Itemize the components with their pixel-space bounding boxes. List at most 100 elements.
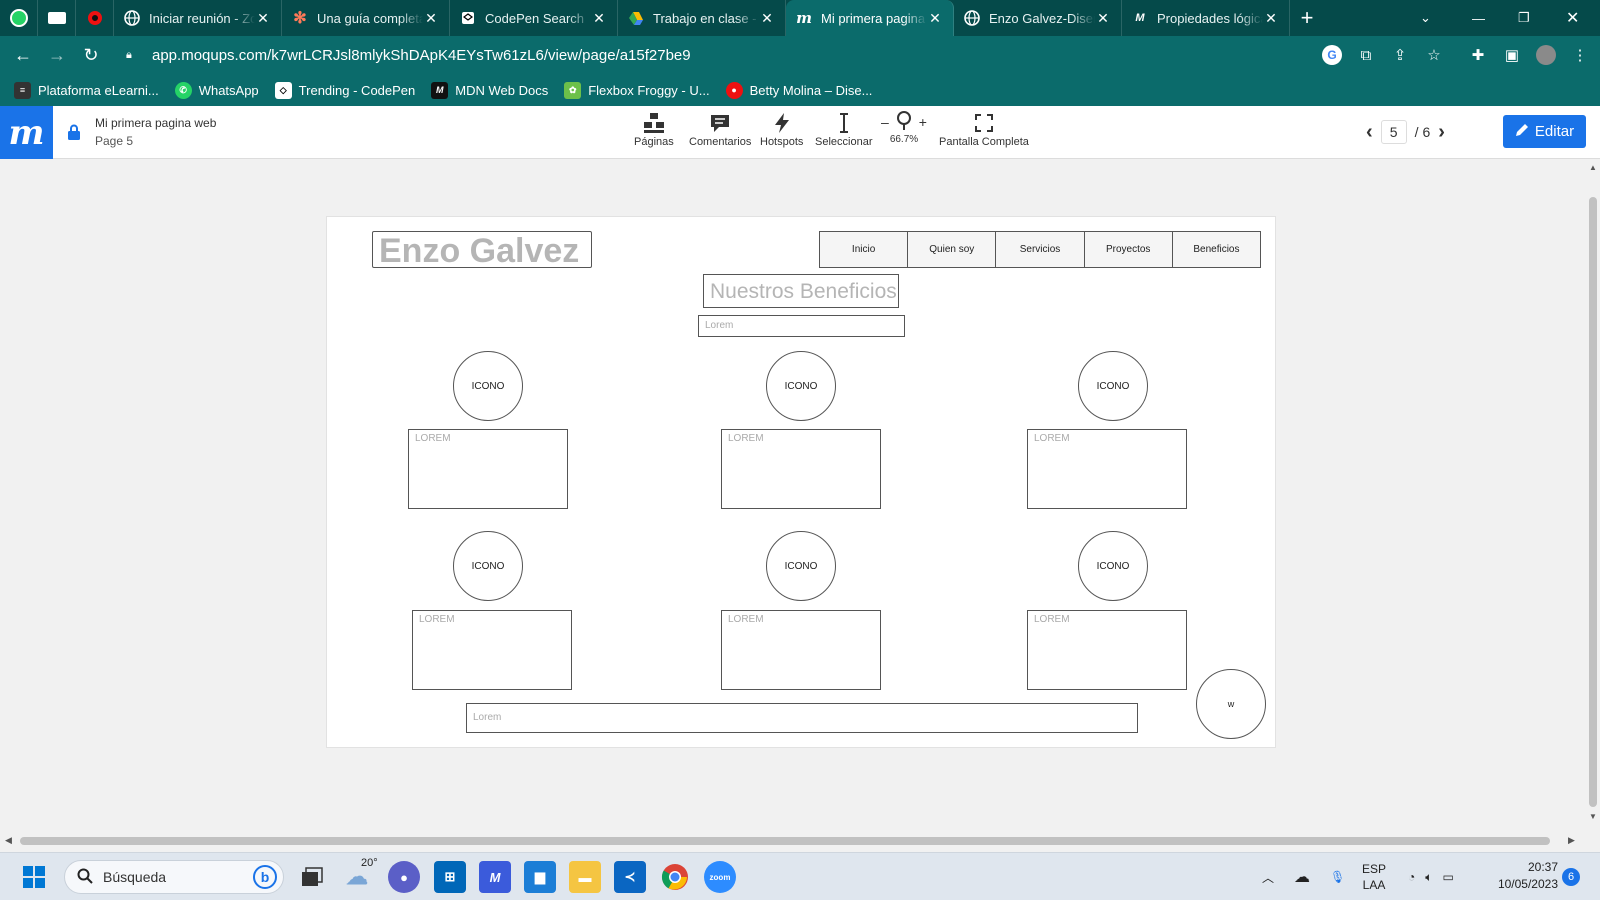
close-tab-icon[interactable]: ✕ — [1263, 10, 1279, 27]
page-number-input[interactable]: 5 — [1380, 120, 1407, 144]
url-field[interactable]: 🔒︎ app.moqups.com/k7wrLCRJsl8mlykShDApK4… — [116, 40, 1326, 70]
close-tab-icon[interactable]: ✕ — [423, 10, 439, 27]
moqups-logo[interactable]: m — [0, 106, 53, 159]
close-tab-icon[interactable]: ✕ — [255, 10, 271, 27]
reload-icon[interactable]: ↻ — [74, 45, 108, 66]
vertical-scrollbar[interactable]: ▲ ▼ — [1586, 159, 1600, 826]
moqups-toolbar: m Mi primera pagina web Page 5 Páginas C… — [0, 106, 1600, 159]
edit-button[interactable]: Editar — [1503, 115, 1586, 148]
tool-label: Páginas — [634, 136, 674, 148]
tab-drive[interactable]: Trabajo en clase - Google Drive ✕ — [618, 0, 786, 36]
minimize-icon[interactable]: — — [1472, 0, 1485, 36]
bookmark-codepen[interactable]: ◇ Trending - CodePen — [274, 81, 415, 99]
tab-search-icon[interactable]: ⌄ — [1420, 0, 1431, 36]
remote-desktop-icon[interactable]: ▆ — [524, 861, 556, 893]
tool-comments[interactable]: Comentarios — [689, 110, 751, 148]
pinned-tab-whatsapp[interactable] — [0, 0, 38, 36]
tab-mdn[interactable]: M Propiedades lógicas ✕ — [1122, 0, 1290, 36]
mockup-nav-beneficios[interactable]: Beneficios — [1173, 232, 1260, 267]
clock-time: 20:37 — [1527, 860, 1558, 874]
scroll-down-icon[interactable]: ▼ — [1589, 812, 1597, 821]
close-window-icon[interactable]: ✕ — [1566, 0, 1579, 36]
horizontal-scrollbar[interactable]: ◀ ▶ — [0, 834, 1586, 848]
weather-widget[interactable]: ☁ 20° — [341, 857, 378, 893]
language-indicator[interactable]: ESP LAA — [1362, 853, 1386, 900]
quick-settings[interactable]: ◔ 🔈︎ ▭ — [1408, 853, 1454, 900]
close-tab-icon[interactable]: ✕ — [759, 10, 775, 27]
text-cursor-icon — [837, 110, 851, 136]
mockup-icon-circle: ICONO — [453, 351, 523, 421]
profile-avatar[interactable] — [1536, 45, 1556, 65]
moqups-app-icon[interactable]: M — [479, 861, 511, 893]
taskbar-search[interactable]: Búsqueda b — [64, 860, 284, 894]
mdn-icon: M — [431, 81, 449, 99]
close-tab-icon[interactable]: ✕ — [927, 10, 943, 27]
teams-chat-icon[interactable]: ● — [388, 861, 420, 893]
current-page-label: Page 5 — [95, 134, 134, 148]
zoom-app-icon[interactable]: zoom — [704, 861, 736, 893]
zoom-in-button[interactable]: + — [919, 114, 927, 130]
task-view-icon[interactable] — [296, 861, 328, 893]
tool-pages[interactable]: Páginas — [634, 110, 674, 148]
mockup-nav-inicio[interactable]: Inicio — [820, 232, 909, 267]
codepen-icon — [460, 10, 476, 26]
taskbar-clock[interactable]: 20:37 10/05/2023 — [1488, 859, 1558, 893]
notification-badge[interactable]: 6 — [1562, 868, 1580, 886]
mockup-nav-proyectos[interactable]: Proyectos — [1085, 232, 1173, 267]
tab-zoom[interactable]: Iniciar reunión - Zoom ✕ — [114, 0, 282, 36]
side-panel-icon[interactable]: ▣ — [1502, 45, 1522, 65]
horizontal-scroll-thumb[interactable] — [20, 837, 1550, 845]
new-tab-button[interactable]: + — [1290, 5, 1324, 31]
tab-codepen[interactable]: CodePen Search ✕ — [450, 0, 618, 36]
mockup-page: Enzo Galvez Inicio Quien soy Servicios P… — [326, 216, 1276, 748]
forward-icon[interactable]: → — [40, 45, 74, 66]
pencil-icon — [1515, 123, 1529, 141]
tab-moqups-active[interactable]: m Mi primera pagina ✕ — [786, 0, 954, 36]
close-tab-icon[interactable]: ✕ — [1095, 10, 1111, 27]
back-icon[interactable]: ← — [6, 45, 40, 66]
google-icon[interactable]: G — [1322, 45, 1342, 65]
previous-page-icon[interactable]: ‹ — [1366, 121, 1373, 144]
tool-select[interactable]: Seleccionar — [815, 110, 872, 148]
store-icon[interactable]: ⊞ — [434, 861, 466, 893]
mockup-icon-circle: ICONO — [766, 531, 836, 601]
tray-chevron-icon[interactable]: ︿ — [1262, 869, 1274, 886]
microphone-icon[interactable]: 🎙︎ — [1330, 870, 1345, 884]
pinned-tab-elearning[interactable] — [38, 0, 76, 36]
tab-guia[interactable]: ✻ Una guía completa ✕ — [282, 0, 450, 36]
file-explorer-icon[interactable]: ▬ — [569, 861, 601, 893]
scroll-up-icon[interactable]: ▲ — [1589, 163, 1597, 172]
page-navigator: ‹ 5 / 6 › — [1366, 120, 1445, 144]
bookmark-flexbox-froggy[interactable]: ✿ Flexbox Froggy - U... — [564, 81, 710, 99]
windows-start-icon[interactable] — [18, 861, 50, 893]
bookmark-star-icon[interactable]: ☆ — [1424, 45, 1444, 65]
scroll-right-icon[interactable]: ▶ — [1568, 835, 1575, 846]
zoom-out-button[interactable]: – — [881, 114, 889, 130]
share-icon[interactable]: ⇪ — [1390, 45, 1410, 65]
vertical-scroll-thumb[interactable] — [1589, 197, 1597, 807]
menu-icon[interactable]: ⋮ — [1570, 45, 1590, 65]
bookmark-whatsapp[interactable]: ✆ WhatsApp — [174, 81, 259, 99]
bookmark-betty[interactable]: ● Betty Molina – Dise... — [725, 81, 873, 99]
scroll-left-icon[interactable]: ◀ — [5, 835, 12, 846]
windows-taskbar: Búsqueda b ☁ 20° ● ⊞ M ▆ ▬ ≺ zoom ︿ ☁ 🎙︎… — [0, 852, 1600, 900]
tab-enzo[interactable]: Enzo Galvez-Diseño ✕ — [954, 0, 1122, 36]
tool-fullscreen[interactable]: Pantalla Completa — [939, 110, 1029, 148]
mockup-nav-quien-soy[interactable]: Quien soy — [908, 232, 997, 267]
mockup-text-box: LOREM — [721, 429, 881, 509]
close-tab-icon[interactable]: ✕ — [591, 10, 607, 27]
restore-icon[interactable]: ❐ — [1518, 0, 1530, 36]
translate-icon[interactable]: ⧉ — [1356, 45, 1376, 65]
extensions-icon[interactable]: ✚ — [1468, 45, 1488, 65]
chrome-icon[interactable] — [659, 861, 691, 893]
tool-hotspots[interactable]: Hotspots — [760, 110, 803, 148]
mockup-nav-servicios[interactable]: Servicios — [996, 232, 1085, 267]
bookmark-mdn[interactable]: M MDN Web Docs — [431, 81, 548, 99]
bookmark-label: Betty Molina – Dise... — [749, 82, 873, 98]
bookmark-elearning[interactable]: ≡ Plataforma eLearni... — [14, 81, 159, 99]
vscode-icon[interactable]: ≺ — [614, 861, 646, 893]
lock-icon: 🔒︎ — [126, 48, 132, 61]
pinned-tab-opera[interactable] — [76, 0, 114, 36]
next-page-icon[interactable]: › — [1438, 121, 1445, 144]
onedrive-cloud-icon[interactable]: ☁ — [1294, 867, 1310, 887]
